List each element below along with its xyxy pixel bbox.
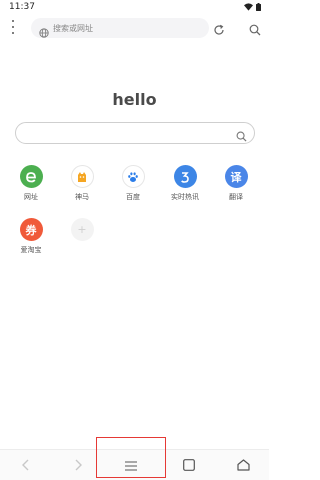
shortcut-shenma[interactable]: 神马	[59, 165, 105, 202]
globe-icon	[39, 23, 49, 42]
highlight-box	[96, 437, 166, 478]
forward-icon	[74, 456, 83, 475]
status-icons	[244, 3, 261, 11]
e-icon	[19, 165, 43, 188]
shortcut-translate[interactable]: 译 翻译	[213, 165, 259, 202]
add-icon: +	[70, 218, 94, 241]
add-glyph: +	[77, 223, 87, 236]
shortcut-aitaobao[interactable]: 券 爱淘宝	[8, 218, 54, 255]
shortcut-label: 神马	[75, 193, 89, 201]
shortcut-realtime-news[interactable]: 实时热讯	[162, 165, 208, 202]
url-placeholder: 搜索或网址	[53, 24, 93, 33]
wifi-icon	[244, 3, 253, 11]
back-icon	[21, 456, 30, 475]
shortcut-baidu[interactable]: 百度	[110, 165, 156, 202]
search-icon[interactable]	[236, 127, 247, 146]
more-vert-icon[interactable]	[9, 20, 17, 34]
back-button[interactable]	[10, 450, 40, 480]
refresh-icon[interactable]	[213, 21, 225, 40]
home-search-input[interactable]	[15, 122, 255, 144]
shortcut-add[interactable]: +	[59, 218, 105, 241]
shortcut-label: 爱淘宝	[20, 246, 42, 254]
battery-icon	[256, 3, 261, 11]
shortcut-label: 网址	[24, 193, 38, 201]
shortcut-label: 实时热讯	[171, 193, 199, 201]
hot-news-icon	[173, 165, 197, 188]
translate-icon: 译	[224, 165, 248, 188]
home-icon	[236, 456, 250, 475]
tabs-button[interactable]	[174, 450, 204, 480]
paw-icon	[121, 165, 145, 188]
tabs-icon	[183, 456, 195, 475]
home-button[interactable]	[228, 450, 258, 480]
translate-glyph: 译	[230, 170, 242, 184]
search-icon[interactable]	[249, 21, 261, 40]
horse-icon	[70, 165, 94, 188]
shortcut-label: 翻译	[229, 193, 243, 201]
shortcut-label: 百度	[126, 193, 140, 201]
coupon-icon: 券	[19, 218, 43, 241]
coupon-glyph: 券	[25, 223, 37, 237]
home-title: hello	[112, 90, 157, 109]
forward-button[interactable]	[63, 450, 93, 480]
status-bar: 11:37	[0, 0, 269, 14]
status-time: 11:37	[9, 2, 35, 12]
top-bar: 搜索或网址	[0, 16, 269, 38]
url-bar[interactable]: 搜索或网址	[31, 18, 209, 38]
shortcut-wangzhi[interactable]: 网址	[8, 165, 54, 202]
